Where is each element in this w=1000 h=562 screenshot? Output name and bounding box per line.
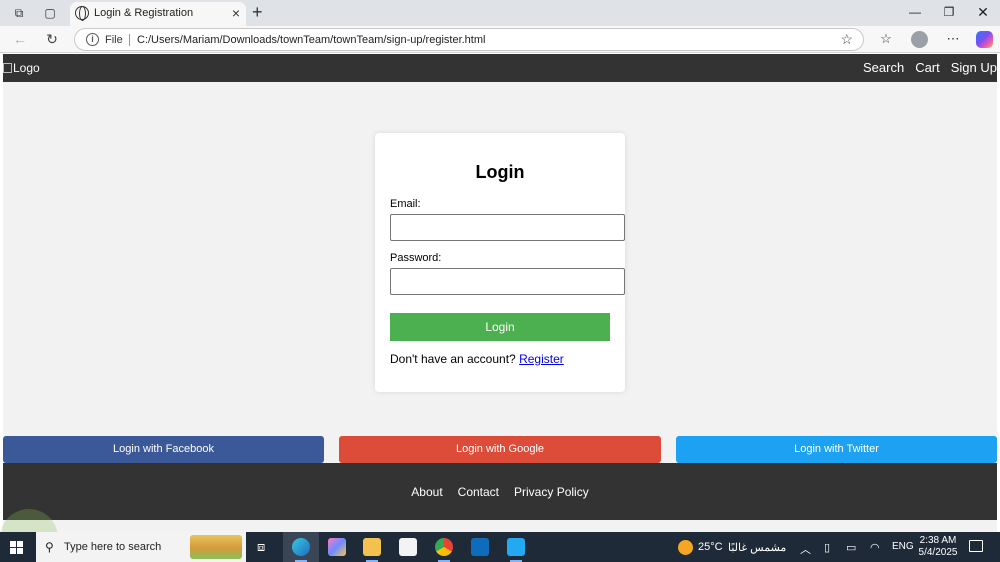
info-icon[interactable]: i (86, 33, 99, 46)
address-scheme: File (105, 34, 123, 46)
network-icon[interactable]: ◠ (870, 541, 880, 554)
nav-cart-link[interactable]: Cart (915, 60, 940, 75)
email-field[interactable] (390, 214, 625, 241)
password-field[interactable] (390, 268, 625, 295)
tab-title: Login & Registration (94, 7, 194, 19)
email-label: Email: (390, 198, 421, 210)
site-footer: About Contact Privacy Policy (3, 463, 997, 520)
footer-nav: About Contact Privacy Policy (3, 485, 997, 499)
copilot-icon[interactable] (976, 31, 993, 48)
workspaces-icon[interactable]: ⧉ (11, 5, 27, 21)
battery-icon[interactable]: ▭ (846, 541, 856, 554)
footer-privacy-link[interactable]: Privacy Policy (514, 485, 589, 499)
outlook-icon[interactable] (471, 538, 489, 556)
facebook-login-button[interactable]: Login with Facebook (3, 436, 324, 463)
browser-tab-strip: ⧉ ▢ Login & Registration × + — ❐ ✕ (0, 0, 1000, 26)
password-label: Password: (390, 252, 442, 264)
tray-chevron-icon[interactable]: ︿ (800, 541, 811, 557)
taskbar-search[interactable]: ⚲ Type here to search (36, 532, 246, 562)
copilot-app-icon[interactable] (328, 538, 346, 556)
weather-text[interactable]: مشمس غالبًا (728, 541, 786, 554)
search-highlight-image (190, 535, 242, 559)
footer-contact-link[interactable]: Contact (458, 485, 499, 499)
page-viewport: Logo Search Cart Sign Up Login Email: Pa… (0, 54, 1000, 532)
back-icon[interactable]: ← (11, 31, 29, 47)
more-menu-icon[interactable]: ⋯ (944, 31, 962, 47)
login-title: Login (475, 162, 525, 182)
vscode-icon[interactable] (507, 538, 525, 562)
weather-temp[interactable]: 25°C (698, 541, 723, 553)
google-login-button[interactable]: Login with Google (339, 436, 661, 463)
login-card: Login Email: Password: Login Don't have … (375, 133, 625, 392)
address-separator (129, 34, 130, 46)
microsoft-store-icon[interactable] (399, 538, 417, 556)
site-header: Logo Search Cart Sign Up (3, 54, 997, 82)
taskbar: ⚲ Type here to search ⧈ 25°C مشمس غالبًا… (0, 532, 1000, 562)
weather-icon[interactable] (678, 540, 693, 555)
clock-date: 5/4/2025 (918, 547, 958, 558)
twitter-login-button[interactable]: Login with Twitter (676, 436, 997, 463)
profile-avatar-icon[interactable] (911, 31, 928, 48)
globe-icon (75, 6, 89, 21)
close-window-icon[interactable]: ✕ (968, 3, 998, 21)
address-bar[interactable]: i File C:/Users/Mariam/Downloads/townTea… (74, 28, 864, 51)
restore-icon[interactable]: ❐ (934, 3, 964, 21)
tab-actions-icon[interactable]: ▢ (42, 5, 58, 21)
notifications-icon[interactable] (969, 540, 983, 552)
nav-search-link[interactable]: Search (863, 60, 904, 75)
broken-image-icon (3, 63, 12, 73)
taskbar-clock[interactable]: 2:38 AM 5/4/2025 (916, 535, 960, 559)
task-view-icon[interactable]: ⧈ (257, 539, 265, 555)
chrome-icon[interactable] (435, 538, 453, 562)
edge-icon[interactable] (292, 538, 310, 562)
logo-alt-text: Logo (13, 61, 40, 75)
clock-time: 2:38 AM (919, 535, 957, 546)
logo[interactable]: Logo (3, 61, 40, 75)
close-tab-icon[interactable]: × (232, 5, 240, 21)
windows-start-icon[interactable] (10, 541, 23, 554)
browser-toolbar: ← ↻ i File C:/Users/Mariam/Downloads/tow… (0, 26, 1000, 53)
favorites-icon[interactable]: ☆ (877, 31, 895, 47)
minimize-icon[interactable]: — (900, 3, 930, 21)
file-explorer-icon[interactable] (363, 538, 381, 562)
taskbar-search-placeholder: Type here to search (64, 541, 162, 553)
new-tab-icon[interactable]: + (252, 2, 263, 22)
header-nav: Search Cart Sign Up (863, 60, 997, 75)
meet-now-icon[interactable]: ▯ (824, 541, 830, 554)
address-url[interactable]: C:/Users/Mariam/Downloads/townTeam/townT… (137, 34, 485, 46)
register-link[interactable]: Register (519, 352, 564, 366)
nav-signup-link[interactable]: Sign Up (951, 60, 997, 75)
register-prompt: Don't have an account? Register (390, 352, 564, 366)
favorite-star-icon[interactable]: ☆ (840, 31, 853, 48)
login-button[interactable]: Login (390, 313, 610, 341)
browser-tab[interactable]: Login & Registration × (70, 2, 246, 26)
footer-about-link[interactable]: About (411, 485, 442, 499)
no-account-text: Don't have an account? (390, 352, 516, 366)
language-indicator[interactable]: ENG (892, 541, 914, 552)
search-icon: ⚲ (45, 540, 54, 554)
refresh-icon[interactable]: ↻ (43, 31, 61, 47)
